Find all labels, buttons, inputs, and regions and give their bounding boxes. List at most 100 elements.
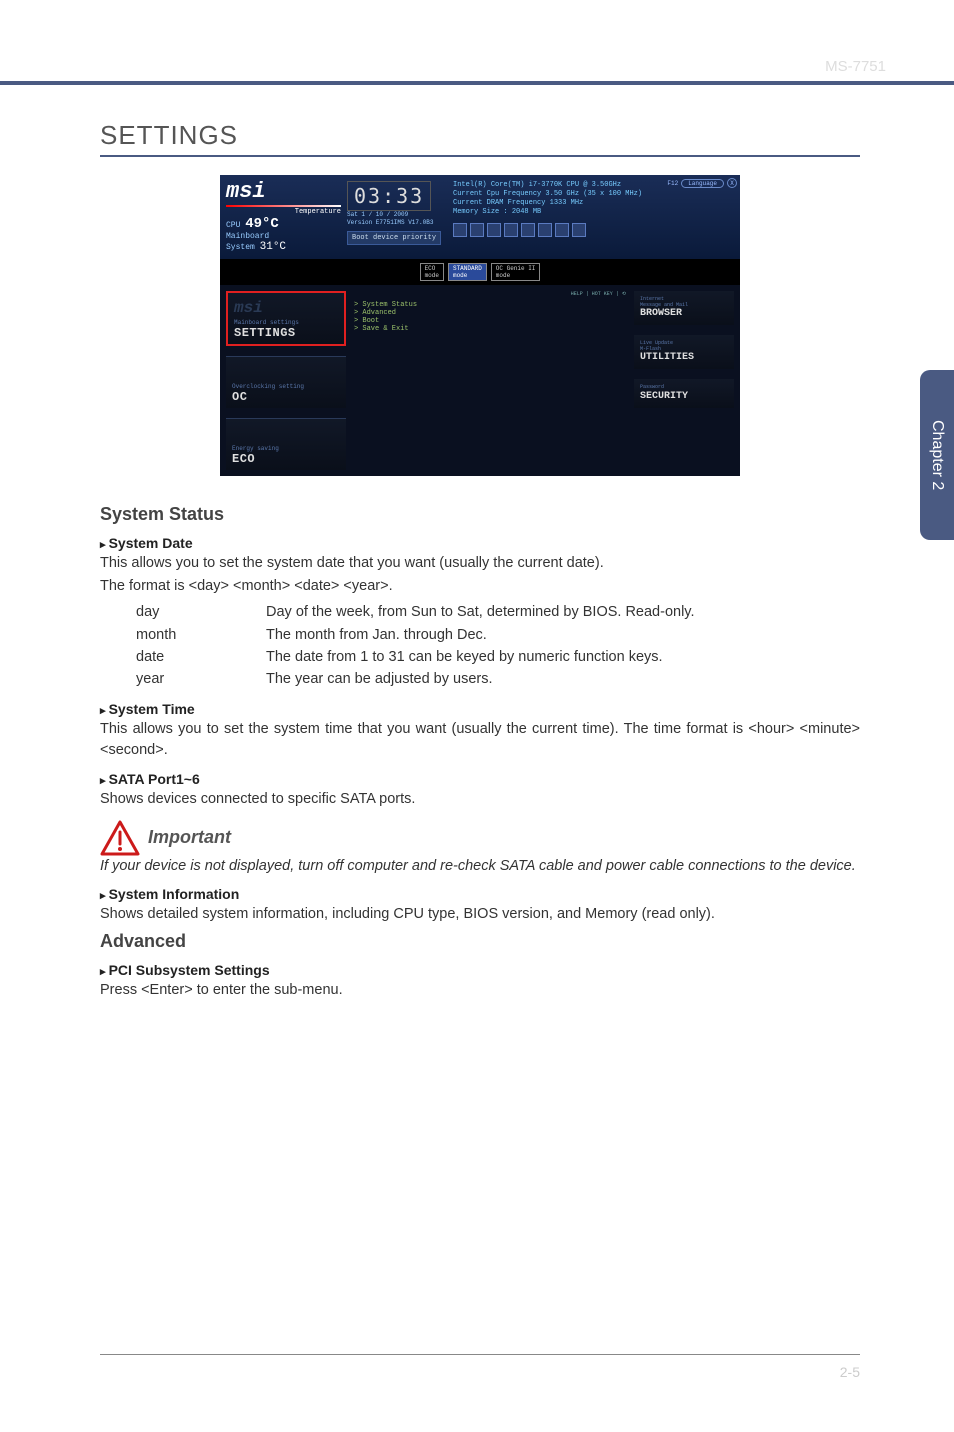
sata-heading: SATA Port1~6 <box>100 771 860 787</box>
bios-left-nav: msi Mainboard settings SETTINGS Overcloc… <box>226 291 346 470</box>
device-icon[interactable] <box>521 223 535 237</box>
bios-menu-list: System Status Advanced Boot Save & Exit <box>354 301 626 333</box>
bios-version: Version E7751IMS V17.0B3 <box>347 219 441 227</box>
standard-mode-button[interactable]: STANDARD mode <box>448 263 487 281</box>
eco-mode-button[interactable]: ECO mode <box>420 263 444 281</box>
f12-label[interactable]: F12 <box>667 180 678 187</box>
menu-item-boot[interactable]: Boot <box>354 317 626 325</box>
mode-row: ECO mode STANDARD mode OC Genie II mode <box>220 259 740 285</box>
sidebar-item-label: SETTINGS <box>234 326 338 340</box>
bios-top-bar: F12 Language X msi Temperature CPU 49°C … <box>220 175 740 259</box>
definition: The year can be adjusted by users. <box>266 668 860 690</box>
oc-genie-mode-button[interactable]: OC Genie II mode <box>491 263 541 281</box>
page-title: SETTINGS <box>100 120 860 157</box>
system-status-heading: System Status <box>100 504 860 525</box>
footer-rule <box>100 1354 860 1355</box>
right-item-security[interactable]: Password SECURITY <box>634 379 734 408</box>
cpu-info-2: Current Cpu Frequency 3.50 GHz (35 x 100… <box>453 190 734 199</box>
sidebar-item-sub: Overclocking setting <box>232 383 340 390</box>
right-item-label: UTILITIES <box>640 352 728 363</box>
temperature-label: Temperature <box>226 208 341 216</box>
table-row: date The date from 1 to 31 can be keyed … <box>136 646 860 668</box>
pci-desc: Press <Enter> to enter the sub-menu. <box>100 980 860 1001</box>
system-date-heading: System Date <box>100 535 860 551</box>
page-content: SETTINGS F12 Language X msi Temperature … <box>100 120 860 1001</box>
sidebar-item-oc[interactable]: Overclocking setting OC <box>226 356 346 408</box>
system-time-heading: System Time <box>100 701 860 717</box>
bios-menu-col: HELP | HOT KEY | ⟲ System Status Advance… <box>354 291 626 470</box>
bios-clock-block: 03:33 Sat 1 / 10 / 2009 Version E7751IMS… <box>347 181 441 253</box>
device-icon[interactable] <box>470 223 484 237</box>
right-item-label: SECURITY <box>640 391 728 402</box>
right-item-sub: Internet Message and Mail <box>640 297 728 308</box>
msi-logo: msi <box>226 181 341 203</box>
page-number: 2-5 <box>840 1364 860 1380</box>
definition: Day of the week, from Sun to Sat, determ… <box>266 601 860 623</box>
advanced-heading: Advanced <box>100 931 860 952</box>
cpu-label: CPU <box>226 221 240 230</box>
term: month <box>136 624 266 646</box>
bios-logo-block: msi Temperature CPU 49°C Mainboard Syste… <box>226 181 341 253</box>
sidebar-item-sub: Energy saving <box>232 445 340 452</box>
table-row: year The year can be adjusted by users. <box>136 668 860 690</box>
msi-logo-ghost: msi <box>234 299 338 317</box>
term: day <box>136 601 266 623</box>
close-icon[interactable]: X <box>727 178 737 188</box>
chapter-side-tab: Chapter 2 <box>920 370 954 540</box>
device-icon[interactable] <box>538 223 552 237</box>
system-info-desc: Shows detailed system information, inclu… <box>100 904 860 925</box>
right-item-label: BROWSER <box>640 308 728 319</box>
bios-top-right: F12 Language X <box>667 178 737 188</box>
definition: The date from 1 to 31 can be keyed by nu… <box>266 646 860 668</box>
bios-cpu-info: Intel(R) Core(TM) i7-3770K CPU @ 3.50GHz… <box>447 181 734 253</box>
system-date-table: day Day of the week, from Sun to Sat, de… <box>136 601 860 691</box>
table-row: month The month from Jan. through Dec. <box>136 624 860 646</box>
bios-main-area: msi Mainboard settings SETTINGS Overcloc… <box>220 285 740 476</box>
device-icon[interactable] <box>504 223 518 237</box>
sata-desc: Shows devices connected to specific SATA… <box>100 789 860 810</box>
bios-date: Sat 1 / 10 / 2009 <box>347 211 441 219</box>
definition: The month from Jan. through Dec. <box>266 624 860 646</box>
right-item-utilities[interactable]: Live Update M-Flash UTILITIES <box>634 335 734 369</box>
table-row: day Day of the week, from Sun to Sat, de… <box>136 601 860 623</box>
sidebar-item-sub: Mainboard settings <box>234 319 338 326</box>
device-icon[interactable] <box>572 223 586 237</box>
cpu-temp-line: CPU 49°C <box>226 216 341 232</box>
important-label: Important <box>148 827 231 848</box>
sidebar-item-settings[interactable]: msi Mainboard settings SETTINGS <box>226 291 346 346</box>
help-hotkey-label[interactable]: HELP | HOT KEY | ⟲ <box>571 291 626 297</box>
boot-priority-button[interactable]: Boot device priority <box>347 231 441 245</box>
term: date <box>136 646 266 668</box>
menu-item-advanced[interactable]: Advanced <box>354 309 626 317</box>
page-header: MS-7751 <box>0 58 954 85</box>
menu-item-system-status[interactable]: System Status <box>354 301 626 309</box>
temperature-bar <box>226 205 341 207</box>
language-button[interactable]: Language <box>681 179 724 188</box>
system-info-heading: System Information <box>100 886 860 902</box>
term: year <box>136 668 266 690</box>
sidebar-item-label: ECO <box>232 452 340 466</box>
bios-screenshot: F12 Language X msi Temperature CPU 49°C … <box>220 175 740 476</box>
boot-device-icons <box>453 223 734 237</box>
cpu-temp-value: 49°C <box>245 216 279 232</box>
pci-heading: PCI Subsystem Settings <box>100 962 860 978</box>
device-icon[interactable] <box>453 223 467 237</box>
device-icon[interactable] <box>487 223 501 237</box>
sidebar-item-eco[interactable]: Energy saving ECO <box>226 418 346 470</box>
mb-temp-line: Mainboard System 31°C <box>226 232 341 253</box>
warning-icon <box>100 820 140 856</box>
right-item-sub: Live Update M-Flash <box>640 341 728 352</box>
cpu-info-4: Memory Size : 2048 MB <box>453 208 734 217</box>
model-number: MS-7751 <box>825 58 886 75</box>
menu-item-save-exit[interactable]: Save & Exit <box>354 325 626 333</box>
mb-temp-value: 31°C <box>260 241 286 253</box>
device-icon[interactable] <box>555 223 569 237</box>
system-date-desc: This allows you to set the system date t… <box>100 553 860 574</box>
cpu-info-3: Current DRAM Frequency 1333 MHz <box>453 199 734 208</box>
bios-right-nav: Internet Message and Mail BROWSER Live U… <box>634 291 734 470</box>
important-note: If your device is not displayed, turn of… <box>100 856 860 876</box>
system-time-desc: This allows you to set the system time t… <box>100 719 860 761</box>
right-item-browser[interactable]: Internet Message and Mail BROWSER <box>634 291 734 325</box>
bios-clock: 03:33 <box>347 181 431 211</box>
important-callout: Important <box>100 820 860 856</box>
